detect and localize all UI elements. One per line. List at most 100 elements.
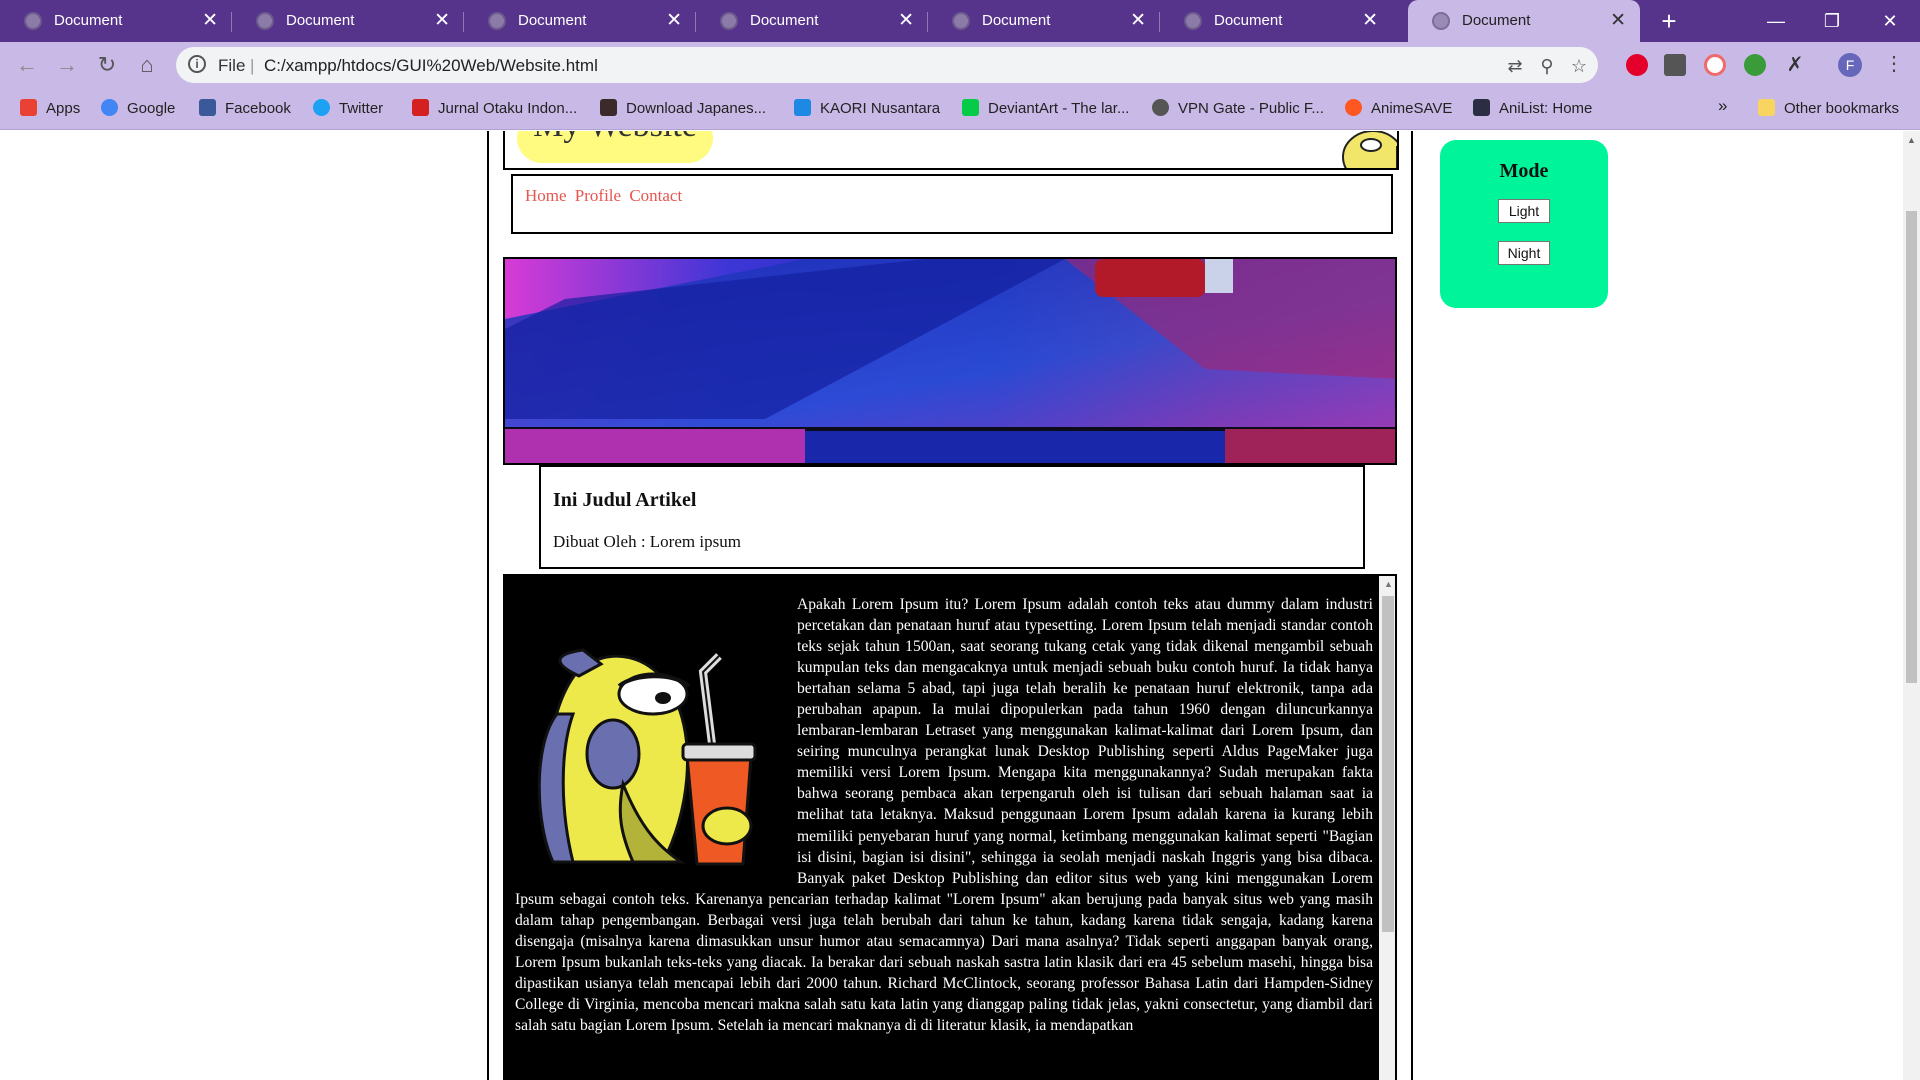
tab-strip: Document ✕ Document ✕ Document ✕ Documen…	[0, 0, 1920, 42]
close-tab-icon[interactable]: ✕	[202, 9, 218, 32]
extension-icon[interactable]	[1704, 54, 1726, 76]
bookmark-label: Apps	[46, 100, 81, 117]
bookmark-google[interactable]: Google	[101, 96, 175, 122]
tab-title: Document	[982, 12, 1051, 29]
vpn-extension-icon[interactable]	[1744, 54, 1766, 76]
url-text[interactable]: C:/xampp/htdocs/GUI%20Web/Website.html	[264, 56, 598, 76]
nav-bar: Home Profile Contact	[511, 174, 1393, 234]
forward-button[interactable]: →	[52, 50, 82, 80]
minimize-button[interactable]: —	[1756, 6, 1796, 36]
tab-active[interactable]: Document ✕	[1408, 0, 1640, 42]
opera-extension-icon[interactable]	[1626, 54, 1648, 76]
tab[interactable]: Document ✕	[696, 0, 928, 42]
nav-link-contact[interactable]: Contact	[629, 186, 682, 205]
close-tab-icon[interactable]: ✕	[898, 9, 914, 32]
bookmarks-bar: Apps Google Facebook Twitter Jurnal Otak…	[0, 88, 1920, 130]
tab[interactable]: Document ✕	[464, 0, 696, 42]
globe-icon	[720, 12, 738, 30]
globe-icon	[488, 12, 506, 30]
page-scrollbar[interactable]: ▲	[1903, 131, 1920, 1080]
reload-button[interactable]: ↻	[92, 50, 122, 80]
close-tab-icon[interactable]: ✕	[1130, 9, 1146, 32]
article-body[interactable]: Apakah Lorem Ipsum itu? Lorem Ipsum adal…	[503, 574, 1397, 1080]
url-scheme: File	[218, 56, 246, 75]
bookmark-label: VPN Gate - Public F...	[1178, 100, 1324, 117]
close-tab-icon[interactable]: ✕	[666, 9, 682, 32]
translate-icon[interactable]: ⇄	[1504, 55, 1526, 77]
zoom-icon[interactable]: ⚲	[1536, 55, 1558, 77]
close-tab-icon[interactable]: ✕	[1610, 9, 1626, 32]
bookmark-label: AnimeSAVE	[1371, 100, 1453, 117]
back-button[interactable]: ←	[12, 50, 42, 80]
browser-toolbar: ← → ↻ ⌂ i File | C:/xampp/htdocs/GUI%20W…	[0, 42, 1920, 88]
jurnal-otaku-icon	[412, 99, 429, 116]
bookmark-label: Download Japanes...	[626, 100, 767, 117]
menu-icon[interactable]: ⋮	[1884, 51, 1904, 76]
tab-title: Document	[518, 12, 587, 29]
globe-icon	[24, 12, 42, 30]
tab[interactable]: Document ✕	[232, 0, 464, 42]
nav-link-home[interactable]: Home	[525, 186, 567, 205]
animesave-icon	[1345, 99, 1362, 116]
bookmark-jurnal-otaku[interactable]: Jurnal Otaku Indon...	[412, 96, 577, 122]
other-bookmarks[interactable]: Other bookmarks	[1758, 96, 1899, 122]
article-scroll-thumb[interactable]	[1382, 596, 1394, 932]
banner-image	[503, 257, 1397, 465]
article-text-container: Apakah Lorem Ipsum itu? Lorem Ipsum adal…	[515, 594, 1373, 1036]
folder-icon	[1758, 99, 1775, 116]
bookmark-animesave[interactable]: AnimeSAVE	[1345, 96, 1452, 122]
nav-link-profile[interactable]: Profile	[575, 186, 621, 205]
bookmark-twitter[interactable]: Twitter	[313, 96, 383, 122]
other-bookmarks-label: Other bookmarks	[1784, 100, 1900, 117]
tab-title: Document	[750, 12, 819, 29]
fish-with-drink-illustration	[537, 648, 757, 866]
fish-mascot-icon	[1342, 131, 1397, 168]
bookmark-kaori[interactable]: KAORI Nusantara	[794, 96, 940, 122]
site-info-icon[interactable]: i	[188, 55, 206, 73]
scroll-up-icon[interactable]: ▲	[1907, 135, 1916, 145]
google-icon	[101, 99, 118, 116]
new-tab-button[interactable]: +	[1654, 6, 1684, 36]
globe-icon	[1432, 12, 1450, 30]
bookmark-vpngate[interactable]: VPN Gate - Public F...	[1152, 96, 1324, 122]
bookmark-facebook[interactable]: Facebook	[199, 96, 291, 122]
mode-panel-title: Mode	[1499, 160, 1549, 182]
anilist-icon	[1473, 99, 1490, 116]
article-scrollbar[interactable]: ▲	[1379, 576, 1395, 1080]
page-viewport: My Website Home Profile Contact	[0, 131, 1903, 1080]
tab[interactable]: Document ✕	[0, 0, 232, 42]
bookmark-anilist[interactable]: AniList: Home	[1473, 96, 1592, 122]
bookmark-label: Google	[127, 100, 176, 117]
page-scroll-thumb[interactable]	[1906, 211, 1917, 683]
bookmark-label: Twitter	[339, 100, 384, 117]
globe-icon	[952, 12, 970, 30]
url-separator: |	[250, 56, 255, 75]
x-extension-icon[interactable]: ✗	[1784, 54, 1806, 76]
bookmark-star-icon[interactable]: ☆	[1568, 55, 1590, 77]
tab[interactable]: Document ✕	[928, 0, 1160, 42]
restore-button[interactable]: ❐	[1812, 6, 1852, 36]
home-button[interactable]: ⌂	[132, 50, 162, 80]
address-bar[interactable]: i File | C:/xampp/htdocs/GUI%20Web/Websi…	[176, 47, 1598, 83]
bookmark-apps[interactable]: Apps	[20, 96, 80, 122]
screenshot-extension-icon[interactable]	[1664, 54, 1686, 76]
article-title: Ini Judul Artikel	[553, 489, 697, 511]
close-window-button[interactable]: ✕	[1870, 6, 1910, 36]
light-mode-button[interactable]: Light	[1498, 199, 1550, 223]
facebook-icon	[199, 99, 216, 116]
tab[interactable]: Document ✕	[1160, 0, 1392, 42]
scroll-up-icon[interactable]: ▲	[1384, 579, 1393, 589]
bookmarks-overflow-button[interactable]: »	[1718, 96, 1727, 122]
tab-title: Document	[1214, 12, 1283, 29]
close-tab-icon[interactable]: ✕	[1362, 9, 1378, 32]
bookmark-label: KAORI Nusantara	[820, 100, 941, 117]
bookmark-download-japanese[interactable]: Download Japanes...	[600, 96, 766, 122]
bookmark-label: AniList: Home	[1499, 100, 1593, 117]
night-mode-button[interactable]: Night	[1498, 241, 1550, 265]
globe-icon	[1184, 12, 1202, 30]
profile-avatar[interactable]: F	[1838, 53, 1862, 77]
close-tab-icon[interactable]: ✕	[434, 9, 450, 32]
article-header: Ini Judul Artikel Dibuat Oleh : Lorem ip…	[539, 465, 1365, 569]
bookmark-deviantart[interactable]: DeviantArt - The lar...	[962, 96, 1129, 122]
deviantart-icon	[962, 99, 979, 116]
